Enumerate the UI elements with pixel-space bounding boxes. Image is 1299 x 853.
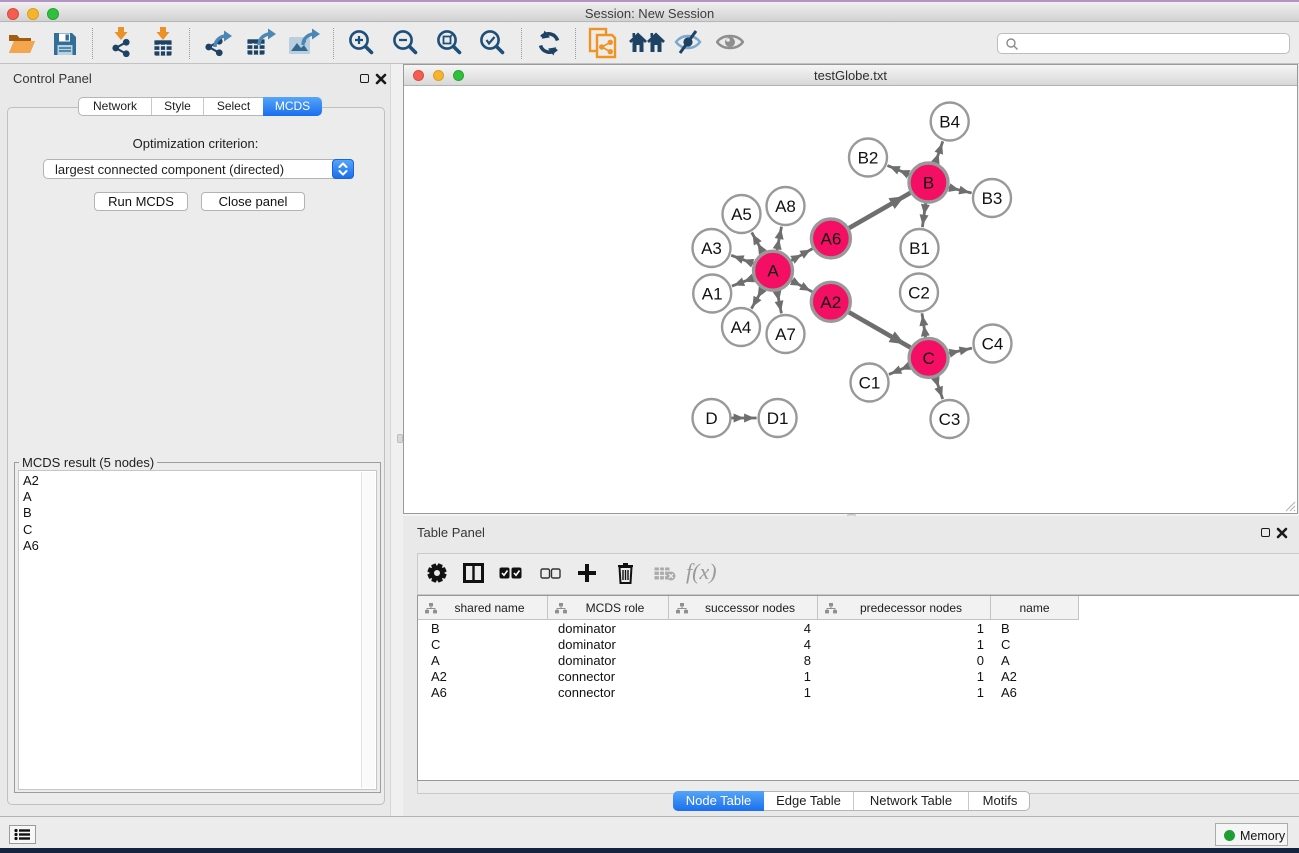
svg-text:A5: A5 <box>731 205 752 224</box>
svg-text:A7: A7 <box>775 325 796 344</box>
svg-text:C2: C2 <box>908 284 930 303</box>
svg-text:A3: A3 <box>701 239 722 258</box>
svg-text:B: B <box>923 174 934 193</box>
svg-text:D1: D1 <box>767 409 789 428</box>
svg-text:A: A <box>767 262 779 281</box>
svg-text:B4: B4 <box>939 113 960 132</box>
svg-text:D: D <box>705 409 717 428</box>
svg-text:A2: A2 <box>820 293 841 312</box>
svg-text:C4: C4 <box>982 335 1004 354</box>
svg-text:C3: C3 <box>939 410 961 429</box>
svg-text:B1: B1 <box>909 239 930 258</box>
svg-text:A8: A8 <box>775 197 796 216</box>
svg-text:C1: C1 <box>859 374 881 393</box>
svg-text:B3: B3 <box>982 189 1003 208</box>
svg-text:A4: A4 <box>731 318 752 337</box>
svg-text:C: C <box>922 349 934 368</box>
svg-text:A6: A6 <box>821 229 842 248</box>
svg-text:A1: A1 <box>702 285 723 304</box>
svg-text:B2: B2 <box>858 149 879 168</box>
